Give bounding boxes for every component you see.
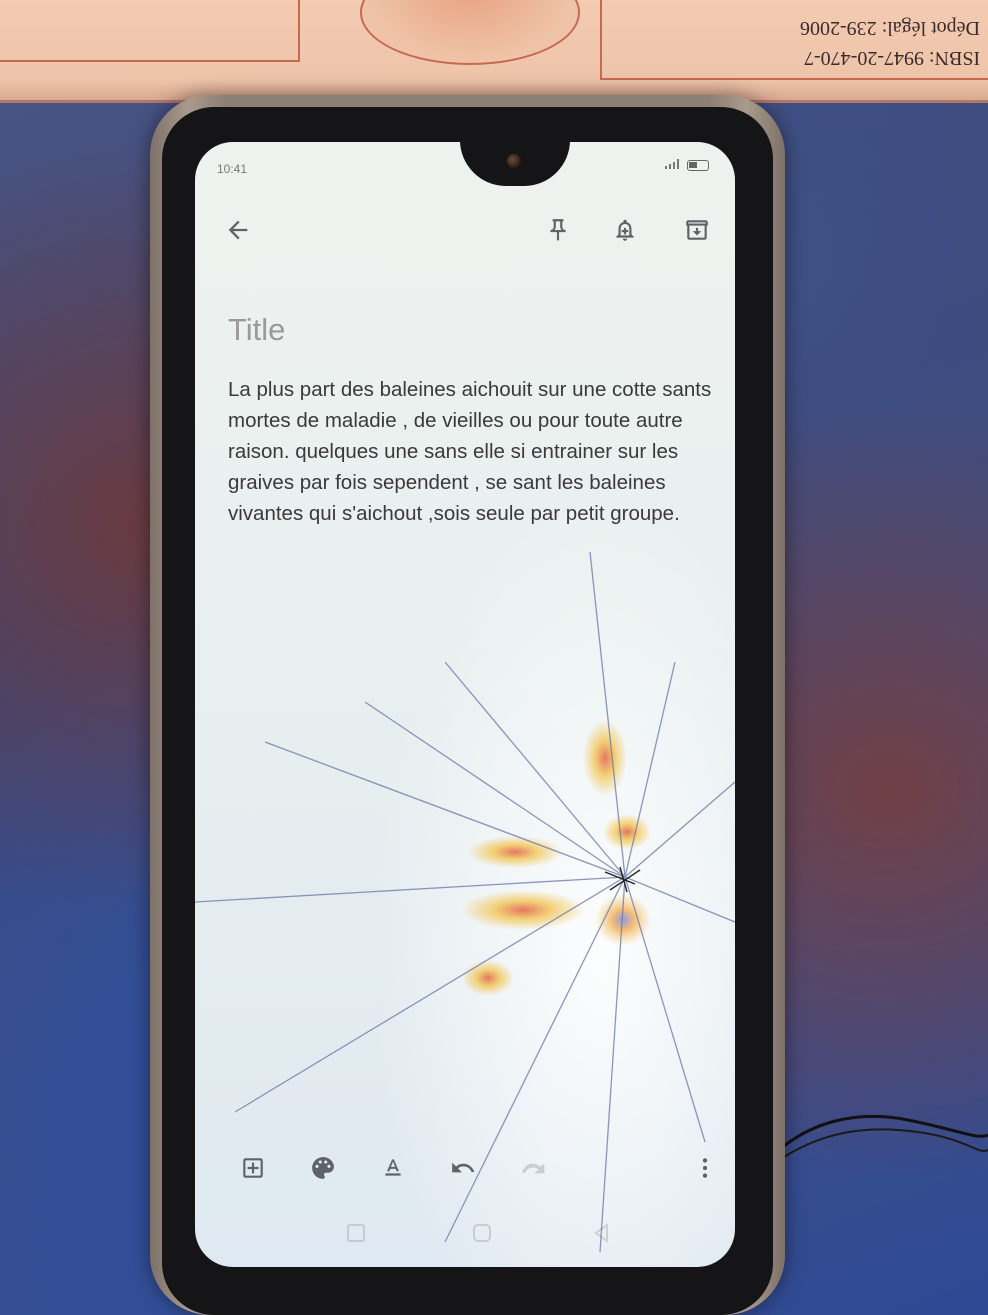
home-icon[interactable] (471, 1222, 493, 1244)
text-format-icon (385, 1159, 401, 1176)
undo-button[interactable] (445, 1150, 481, 1186)
redo-button[interactable] (515, 1150, 551, 1186)
more-options-button[interactable] (687, 1150, 723, 1186)
signal-icon (665, 158, 679, 172)
text-format-button[interactable] (375, 1150, 411, 1186)
system-nav-bar (195, 1214, 735, 1254)
pin-icon (550, 219, 566, 241)
undo-icon (452, 1162, 475, 1173)
note-body-text[interactable]: La plus part des baleines aichouit sur u… (228, 374, 718, 529)
more-vert-icon (702, 1158, 708, 1178)
status-icons (665, 158, 709, 172)
palette-icon (312, 1157, 334, 1179)
note-bottom-bar (195, 1142, 735, 1202)
front-camera (507, 154, 521, 168)
bell-plus-icon (616, 219, 634, 241)
note-toolbar (195, 202, 735, 262)
phone-screen: 10:41 Title La plus part des baleines ai… (195, 142, 735, 1267)
book-isbn: ISBN: 9947-20-470-7 (803, 47, 980, 69)
book-emblem (360, 0, 580, 65)
reminder-button[interactable] (607, 212, 643, 248)
background-color-button[interactable] (305, 1150, 341, 1186)
pin-button[interactable] (540, 212, 576, 248)
archive-icon (686, 220, 708, 240)
battery-icon (687, 159, 709, 171)
back-button[interactable] (220, 212, 256, 248)
charging-cable (768, 1114, 988, 1169)
status-time: 10:41 (217, 162, 248, 176)
arrow-left-icon (228, 220, 248, 240)
nav-back-icon[interactable] (591, 1222, 613, 1244)
note-title-input[interactable]: Title (228, 312, 285, 348)
archive-button[interactable] (679, 212, 715, 248)
redo-icon (522, 1163, 545, 1174)
add-content-button[interactable] (235, 1150, 271, 1186)
book-cover-strip: Dépot légal: 239-2006 ISBN: 9947-20-470-… (0, 0, 988, 103)
screen-crack-overlay (195, 551, 735, 1253)
book-frame-left (0, 0, 300, 62)
book-legal-deposit: Dépot légal: 239-2006 (800, 17, 980, 39)
add-box-icon (243, 1158, 263, 1178)
smartphone: 10:41 Title La plus part des baleines ai… (150, 95, 785, 1315)
recent-apps-icon[interactable] (345, 1222, 367, 1244)
